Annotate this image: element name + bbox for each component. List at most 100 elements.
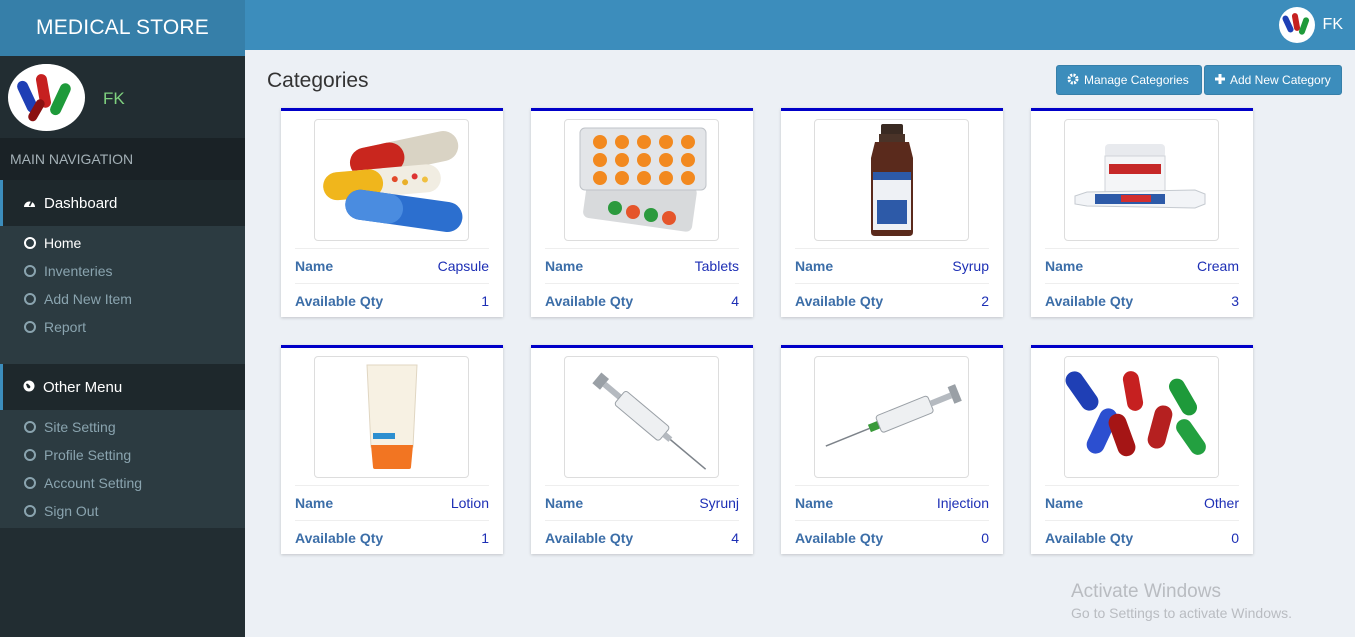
card-qty-row: Available Qty 0 [795, 520, 989, 555]
manage-categories-button[interactable]: Manage Categories [1056, 65, 1202, 95]
cream-image [1064, 119, 1219, 241]
tablets-image [564, 119, 719, 241]
qty-label: Available Qty [295, 530, 384, 546]
name-label: Name [795, 258, 834, 274]
category-card-syrunj[interactable]: Name Syrunj Available Qty 4 [531, 345, 753, 554]
brand-logo-text[interactable]: MEDICAL STORE [0, 0, 245, 56]
card-qty-row: Available Qty 4 [545, 283, 739, 318]
name-label: Name [295, 495, 334, 511]
sidebar: FK MAIN NAVIGATION Dashboard Home Invent… [0, 56, 245, 637]
add-new-category-button[interactable]: Add New Category [1204, 65, 1342, 95]
gear-icon [1067, 73, 1079, 88]
qty-label: Available Qty [1045, 530, 1134, 546]
syringe-image [564, 356, 719, 478]
card-qty-row: Available Qty 0 [1045, 520, 1239, 555]
card-name-row: Name Tablets [545, 248, 739, 283]
sidebar-item-dashboard[interactable]: Dashboard [0, 180, 245, 226]
card-name-row: Name Lotion [295, 485, 489, 520]
category-name: Cream [1196, 258, 1239, 274]
sidebar-item-label: Account Setting [44, 475, 143, 491]
sidebar-item-label: Site Setting [44, 419, 116, 435]
name-label: Name [1045, 258, 1084, 274]
sidebar-item-profile-setting[interactable]: Profile Setting [0, 441, 245, 469]
category-card-syrup[interactable]: Name Syrup Available Qty 2 [781, 108, 1003, 317]
sidebar-user-name: FK [103, 89, 125, 108]
category-qty: 1 [481, 530, 489, 546]
category-card-capsule[interactable]: Name Capsule Available Qty 1 [281, 108, 503, 317]
category-qty: 0 [1231, 530, 1239, 546]
circle-icon [24, 421, 36, 433]
qty-label: Available Qty [545, 530, 634, 546]
manage-categories-label: Manage Categories [1084, 73, 1189, 87]
category-name: Syrup [952, 258, 989, 274]
card-qty-row: Available Qty 3 [1045, 283, 1239, 318]
sidebar-item-add-new-item[interactable]: Add New Item [0, 285, 245, 313]
globe-icon [23, 379, 35, 396]
sidebar-item-site-setting[interactable]: Site Setting [0, 413, 245, 441]
user-menu[interactable]: FK [1278, 7, 1343, 43]
qty-label: Available Qty [1045, 293, 1134, 309]
avatar [1278, 7, 1315, 43]
name-label: Name [545, 495, 584, 511]
sidebar-item-home[interactable]: Home [0, 229, 245, 257]
sidebar-item-report[interactable]: Report [0, 313, 245, 341]
category-card-tablets[interactable]: Name Tablets Available Qty 4 [531, 108, 753, 317]
card-name-row: Name Syrup [795, 248, 989, 283]
circle-icon [24, 265, 36, 277]
card-name-row: Name Capsule [295, 248, 489, 283]
name-label: Name [1045, 495, 1084, 511]
top-user-name: FK [1322, 16, 1343, 33]
category-card-cream[interactable]: Name Cream Available Qty 3 [1031, 108, 1253, 317]
category-name: Syrunj [699, 495, 739, 511]
card-name-row: Name Cream [1045, 248, 1239, 283]
user-panel: FK [0, 56, 245, 138]
pills-image [1064, 356, 1219, 478]
category-card-injection[interactable]: Name Injection Available Qty 0 [781, 345, 1003, 554]
dashboard-icon [23, 195, 36, 212]
page-title: Categories [267, 69, 369, 92]
name-label: Name [795, 495, 834, 511]
circle-icon [24, 237, 36, 249]
category-qty: 2 [981, 293, 989, 309]
category-name: Tablets [694, 258, 739, 274]
category-qty: 3 [1231, 293, 1239, 309]
dashboard-submenu: Home Inventeries Add New Item Report [0, 226, 245, 364]
activate-windows-title: Activate Windows [1071, 581, 1221, 602]
category-qty: 1 [481, 293, 489, 309]
nav-header: MAIN NAVIGATION [0, 138, 245, 180]
card-name-row: Name Syrunj [545, 485, 739, 520]
sidebar-item-account-setting[interactable]: Account Setting [0, 469, 245, 497]
other-submenu: Site Setting Profile Setting Account Set… [0, 410, 245, 528]
qty-label: Available Qty [795, 530, 884, 546]
sidebar-item-label: Home [44, 235, 82, 251]
name-label: Name [295, 258, 334, 274]
circle-icon [24, 505, 36, 517]
category-card-other[interactable]: Name Other Available Qty 0 [1031, 345, 1253, 554]
category-name: Capsule [437, 258, 489, 274]
card-name-row: Name Other [1045, 485, 1239, 520]
category-name: Lotion [450, 495, 489, 511]
avatar [8, 64, 85, 131]
sidebar-item-label: Dashboard [44, 194, 118, 212]
category-card-lotion[interactable]: Name Lotion Available Qty 1 [281, 345, 503, 554]
sidebar-item-other-menu[interactable]: Other Menu [0, 364, 245, 410]
qty-label: Available Qty [295, 293, 384, 309]
sidebar-item-label: Profile Setting [44, 447, 132, 463]
card-qty-row: Available Qty 1 [295, 520, 489, 555]
card-qty-row: Available Qty 2 [795, 283, 989, 318]
sidebar-item-label: Report [44, 319, 87, 335]
plus-icon [1215, 73, 1225, 87]
circle-icon [24, 449, 36, 461]
name-label: Name [545, 258, 584, 274]
sidebar-item-inventeries[interactable]: Inventeries [0, 257, 245, 285]
sidebar-item-label: Other Menu [43, 378, 123, 396]
sidebar-item-sign-out[interactable]: Sign Out [0, 497, 245, 525]
circle-icon [24, 477, 36, 489]
add-new-category-label: Add New Category [1230, 73, 1331, 87]
activate-windows-subtitle: Go to Settings to activate Windows. [1071, 605, 1292, 621]
qty-label: Available Qty [545, 293, 634, 309]
syrup-image [814, 119, 969, 241]
lotion-image [314, 356, 469, 478]
card-qty-row: Available Qty 1 [295, 283, 489, 318]
sidebar-item-label: Add New Item [44, 291, 132, 307]
